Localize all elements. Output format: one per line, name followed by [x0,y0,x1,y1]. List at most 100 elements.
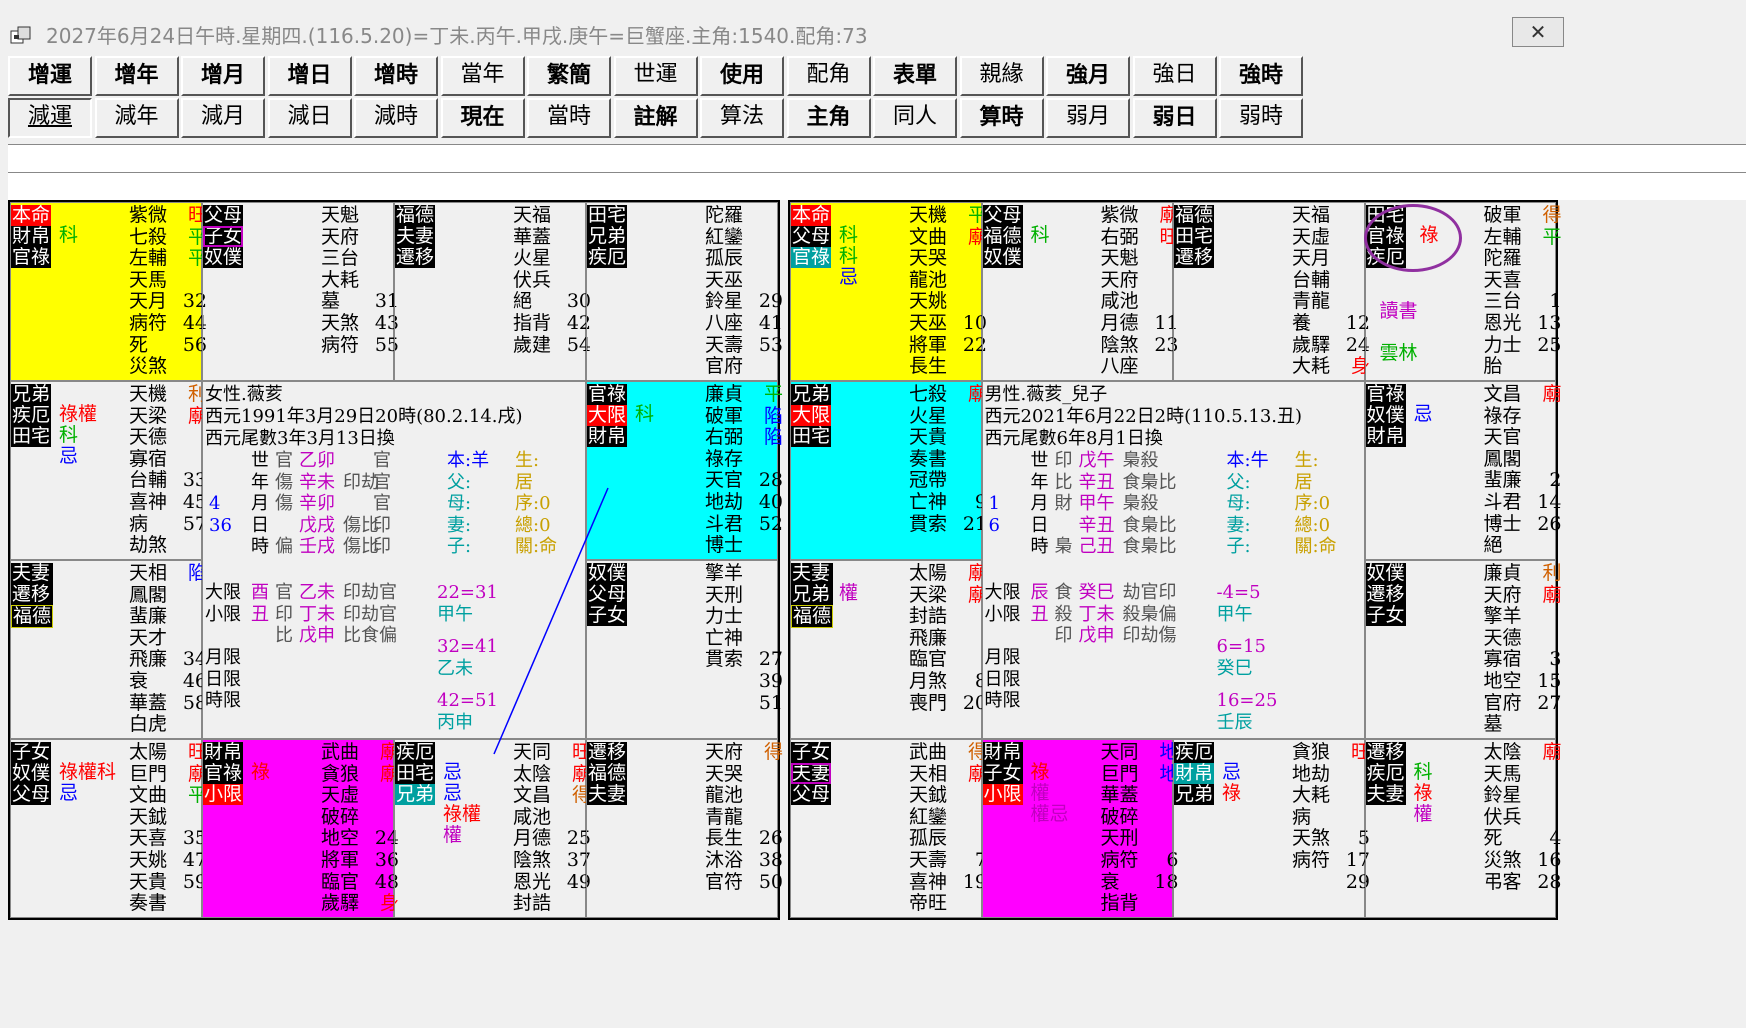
toolbar-button-row2-8[interactable]: 算法 [700,98,784,138]
palace-label: 遷移 [11,584,54,605]
toolbar-button-row2-1[interactable]: 減年 [94,98,179,138]
center-text: 36 [209,515,232,536]
center-text: 男性.薇荄_兒子 [984,384,1108,405]
star-row: 病符 44 [129,312,207,335]
toolbar-button-row1-14[interactable]: 強時 [1219,56,1303,96]
palace-label: 大限 [587,404,628,426]
toolbar-button-row2-6[interactable]: 當時 [527,98,611,138]
palace-c30[interactable]: 子女 奴僕 父母 祿權科忌 太陽旺巨門廟文曲平天鉞 天喜 35 天姚 47 天貴 59 奏書 [10,739,207,918]
palace-c30[interactable]: 子女夫妻父母 武曲得天相廟天鉞紅鑾孤辰天壽7喜神19帝旺 [790,739,987,918]
sihua-mark: 科 [1030,224,1050,246]
star-row: 天巫 10 [909,312,987,335]
center-text: 關:命 [515,536,558,558]
toolbar-button-row2-2[interactable]: 減月 [181,98,265,138]
toolbar-button-row2-4[interactable]: 減時 [354,98,438,138]
toolbar-button-row2-7[interactable]: 註解 [613,98,698,138]
palace-c31[interactable]: 財帛 子女 小限祿權權忌 天同地巨門地華蓋 破碎 天刑 病符 6 衰 18 指背 [981,739,1179,918]
star-name: 陀羅 [1483,247,1522,270]
sihua-mark: 祿權 [443,803,482,825]
palace-c02[interactable]: 福德 夫妻 遷移 天福 華蓋 火星 伏兵絕 30 指背 42 歲建 54 [394,202,591,381]
toolbar-button-row2-12[interactable]: 弱月 [1046,98,1130,138]
star-name: 天魁 [321,204,360,226]
toolbar-button-row1-4[interactable]: 增時 [354,56,438,96]
center-text: 西元尾數3年3月13日換 [205,428,395,449]
palace-c10[interactable]: 兄弟 疾厄 田宅 祿權科忌 天機利天梁廟天德 寡宿 台輔 33 喜神 45 病 57 劫煞 [10,381,207,560]
palace-c03[interactable]: 田宅 兄弟 疾厄 陀羅 紅鑾 孤辰 天巫 鈴星 29 八座 41 天壽 53 官府 [586,202,783,381]
palace-labels: 本命 財帛 官祿 [11,205,52,268]
toolbar-button-row1-3[interactable]: 增日 [267,56,352,96]
star-row: 天府得 [705,741,783,764]
palace-c10[interactable]: 兄弟大限田宅 七殺廟火星天貴奏書冠帶亡神9貫索21 [790,381,987,560]
toolbar-button-row2-0[interactable]: 減運 [8,98,92,138]
toolbar-button-row1-0[interactable]: 增運 [8,56,92,96]
palace-c00[interactable]: 本命 父母 官祿科科忌 天機平文曲廟天哭 龍池 天姚 天巫 10 將軍 22 長生 [790,202,987,381]
star-name: 帝旺 [909,892,948,915]
toolbar-button-row1-11[interactable]: 親緣 [959,56,1044,96]
center-text: 日 [251,514,269,536]
toolbar-button-row1-2[interactable]: 增月 [181,56,265,96]
star-value: 陷 [763,404,783,427]
palace-c23[interactable]: 奴僕 父母 子女 擎羊 天刑 力士 亡神 貫索 27 39 51 [586,560,783,739]
palace-c13[interactable]: 官祿 奴僕 財帛忌 文昌廟祿存 天官 鳳閣 蜚廉 2 斗君 14 博士 26 絕 [1364,381,1562,560]
palace-c33[interactable]: 遷移 福德 夫妻 天府得天哭 龍池 青龍 長生 26 沐浴 38 官符 50 [586,739,783,918]
star-row: 胎 [1484,356,1562,378]
palace-c31[interactable]: 財帛 官祿 小限祿 武曲廟貪狼廟天虛 破碎 地空 24 將軍 36 臨官 48 歲驛身 [202,739,399,918]
center-text: 子: [1226,536,1251,558]
palace-c00[interactable]: 本命 財帛 官祿科 紫微旺七殺平左輔平天馬 天月 32 病符 44 死 56 災煞 [10,202,207,381]
star-row: 天巫 [705,269,783,292]
center-text: 印 [1054,625,1073,647]
palace-c32[interactable]: 疾厄 財帛 兄弟忌祿 貪狼旺地劫 大耗病天煞 5 病符 17 29 [1173,739,1370,918]
star-row: 39 [705,670,783,693]
toolbar-button-row1-6[interactable]: 繁簡 [527,56,611,96]
palace-c33[interactable]: 遷移 疾厄 夫妻科祿權太陰廟天馬 鈴星 伏兵死 4 災煞 16 弔客 28 [1364,739,1562,918]
toolbar-button-row2-3[interactable]: 減日 [267,98,352,138]
star-row: 長生 26 [705,828,783,850]
toolbar-button-row1-10[interactable]: 表單 [873,56,957,96]
palace-c02[interactable]: 福德 田宅 遷移 天福 天虛 天月 台輔 青龍養 12 歲驛 24 大耗身 [1173,202,1370,381]
palace-c13[interactable]: 官祿 大限 財帛科 廉貞平破軍陷右弼陷祿存 天官 28 地劫 40 斗君 52 博士 [586,381,783,560]
star-row: 天貴 59 [129,871,207,894]
toolbar-button-row1-12[interactable]: 強月 [1046,56,1130,96]
toolbar-button-row2-9[interactable]: 主角 [786,98,871,138]
palace-c01[interactable]: 父母 福德 奴僕科 紫微廟右弼旺天魁 天府 咸池 月德 11 陰煞 23 八座 [981,202,1179,381]
toolbar-button-row2-14[interactable]: 弱時 [1219,98,1303,138]
sihua-mark: 忌 [443,761,463,783]
star-name: 右弼 [1100,225,1139,248]
center-text: 官 [373,471,391,493]
palace-labels: 官祿 大限 財帛 [587,384,628,447]
close-button[interactable]: ✕ [1512,17,1564,47]
palace-c20[interactable]: 夫妻 遷移 福德 天相陷鳳閣 蜚廉 天才 飛廉 34 衰 46 華蓋 58 白虎 [10,560,207,739]
center-text: 戊午 [1078,450,1115,471]
toolbar-button-row1-5[interactable]: 當年 [440,56,525,96]
star-name: 絕 [513,290,533,313]
center-text: 居 [515,471,533,493]
toolbar-button-row1-7[interactable]: 世運 [613,56,698,96]
star-name: 力士 [1483,333,1522,356]
palace-c23[interactable]: 奴僕 遷移 子女 廉貞利天府廟擎羊 天德 寡宿 3 地空 15 官府 27 墓 [1364,560,1562,739]
star-name: 天同 [1100,741,1139,763]
star-row: 天馬 [129,269,207,292]
palace-label: 疾厄 [587,246,628,268]
star-row: 火星 [909,405,987,428]
palace-label: 小限 [982,783,1023,805]
palace-c01[interactable]: 父母 子女 奴僕 天魁 天府 三台 大耗墓 31 天煞 43 病符 55 [202,202,399,381]
palace-c20[interactable]: 夫妻兄弟福德權 太陽廟天梁廟封誥飛廉臨官月煞8喪門20 [790,560,987,739]
center-text: 印 [373,536,391,558]
toolbar-button-row2-13[interactable]: 弱日 [1132,98,1217,138]
toolbar-button-row1-9[interactable]: 配角 [786,56,871,96]
sihua-mark: 權忌 [1030,803,1069,825]
star-name: 蜚廉 [1483,469,1522,492]
toolbar-button-row1-8[interactable]: 使用 [700,56,784,96]
star-row: 病 57 [129,513,207,536]
star-list: 天同旺太陰廟文昌得咸池 月德 25 陰煞 37 恩光 49 封誥 [513,741,591,915]
star-name: 飛廉 [909,626,948,649]
toolbar-button-row2-10[interactable]: 同人 [873,98,957,138]
star-name: 鳳閣 [129,583,168,606]
info-strip-2 [8,172,1746,200]
toolbar-button-row1-13[interactable]: 強日 [1132,56,1217,96]
toolbar-button-row2-11[interactable]: 算時 [959,98,1044,138]
sihua-mark: 權 [1030,782,1050,804]
toolbar-button-row1-1[interactable]: 增年 [94,56,179,96]
toolbar-button-row2-5[interactable]: 現在 [440,98,525,138]
palace-c32[interactable]: 疾厄 田宅 兄弟忌忌祿權權 天同旺太陰廟文昌得咸池 月德 25 陰煞 37 恩光 49 封誥 [394,739,591,918]
